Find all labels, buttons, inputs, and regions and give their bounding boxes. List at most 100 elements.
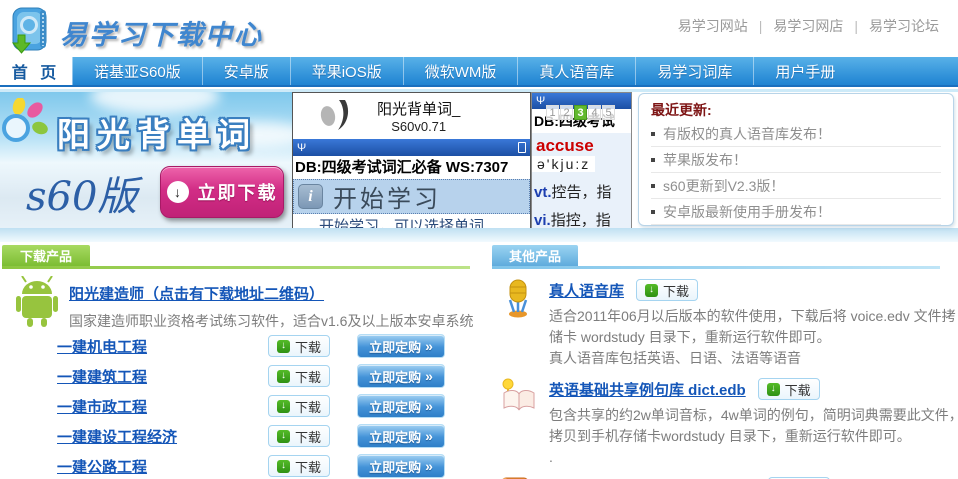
screenshot1-header: 阳光背单词_ S60v0.71 xyxy=(293,93,530,139)
app-logo-icon xyxy=(315,94,355,139)
banner-edition: s60版 xyxy=(26,164,137,222)
green-rule xyxy=(2,266,470,269)
page-5[interactable]: 5 xyxy=(602,105,615,120)
link-forum[interactable]: 易学习论坛 xyxy=(869,16,939,36)
featured-product-text: 阳光建造师（点击有下载地址二维码） 国家建造师职业资格考试练习软件，适合v1.6… xyxy=(69,276,473,333)
nav-tab-android[interactable]: 安卓版 xyxy=(202,57,290,85)
download-label: 下载 xyxy=(295,337,321,356)
update-text: s60更新到V2.3版！ xyxy=(663,176,784,196)
app-screenshot-1: 阳光背单词_ S60v0.71 Ψ DB:四级考试词汇必备 WS:7307 i … xyxy=(292,92,531,228)
chevron-right-icon: » xyxy=(425,458,433,474)
page-4[interactable]: 4 xyxy=(588,105,601,120)
order-button[interactable]: 立即定购 » xyxy=(357,334,445,358)
download-arrow-icon: ↓ xyxy=(277,340,290,353)
statusbar: Ψ xyxy=(293,139,530,156)
battery-icon xyxy=(518,142,526,153)
bullet-icon xyxy=(651,210,655,214)
download-button[interactable]: ↓ 下载 xyxy=(268,395,330,417)
product-link[interactable]: 一建机电工程 xyxy=(57,336,268,357)
page-2[interactable]: 2 xyxy=(560,105,573,120)
table-row: 一建建设工程经济 ↓ 下载 立即定购 » xyxy=(0,421,474,451)
download-label: 下载 xyxy=(295,367,321,386)
download-arrow-icon: ↓ xyxy=(277,370,290,383)
backpack-download-icon xyxy=(8,5,54,60)
download-button[interactable]: ↓ 下载 xyxy=(636,279,698,301)
recent-updates-title: 最近更新: xyxy=(651,100,941,121)
banner-title: 阳光背单词 xyxy=(57,108,257,156)
order-label: 立即定购 xyxy=(369,427,421,446)
app-title: 阳光背单词_ xyxy=(377,98,460,119)
update-item[interactable]: 苹果版发布！ xyxy=(651,147,941,173)
flower-logo-icon xyxy=(2,98,54,159)
table-row: 一建公路工程 ↓ 下载 立即定购 » xyxy=(0,451,474,479)
download-button[interactable]: ↓ 下载 xyxy=(268,365,330,387)
table-row: 一建建筑工程 ↓ 下载 立即定购 » xyxy=(0,361,474,391)
update-item[interactable]: 安卓版最新使用手册发布！ xyxy=(651,199,941,225)
word-meaning-1: vt.控告，指 xyxy=(534,181,631,202)
antenna-icon: Ψ xyxy=(297,142,306,154)
nav-tab-manual[interactable]: 用户手册 xyxy=(753,57,856,85)
table-row: 一建市政工程 ↓ 下载 立即定购 » xyxy=(0,391,474,421)
other-product-title[interactable]: 英语基础共享例句库 dict.edb xyxy=(549,379,746,400)
product-link[interactable]: 一建建设工程经济 xyxy=(57,426,268,447)
list-item: 英语基础共享例句库 dict.edb ↓ 下载 包含共享的约2w单词音标，4w单… xyxy=(500,375,958,468)
order-label: 立即定购 xyxy=(369,397,421,416)
product-link[interactable]: 一建公路工程 xyxy=(57,456,268,477)
order-label: 立即定购 xyxy=(369,337,421,356)
s60-banner[interactable]: 阳光背单词 s60版 ↓ 立即下载 xyxy=(0,92,292,228)
download-button[interactable]: ↓ 下载 xyxy=(268,425,330,447)
download-button[interactable]: ↓ 下载 xyxy=(268,335,330,357)
nav-tab-home[interactable]: 首 页 xyxy=(0,57,72,85)
featured-product-title[interactable]: 阳光建造师（点击有下载地址二维码） xyxy=(69,283,324,304)
chevron-right-icon: » xyxy=(425,338,433,354)
tab-other-products[interactable]: 其他产品 xyxy=(492,245,578,266)
page-1[interactable]: 1 xyxy=(546,105,559,120)
top-header: 易学习下载中心 易学习网站 | 易学习网店 | 易学习论坛 xyxy=(0,0,958,57)
download-label: 下载 xyxy=(785,380,811,399)
chevron-right-icon: » xyxy=(425,368,433,384)
table-row: 一建机电工程 ↓ 下载 立即定购 » xyxy=(0,331,474,361)
product-link[interactable]: 一建市政工程 xyxy=(57,396,268,417)
download-arrow-icon: ↓ xyxy=(277,460,290,473)
carousel-pagination: 1 2 3 4 5 xyxy=(546,105,615,120)
other-product-desc: 适合2011年06月以后版本的软件使用，下载后将 voice.edv 文件拷 储… xyxy=(549,306,956,369)
featured-product: 阳光建造师（点击有下载地址二维码） 国家建造师职业资格考试练习软件，适合v1.6… xyxy=(14,276,474,333)
menu-selected-label: 开始学习 xyxy=(333,179,441,214)
part-of-speech: vi. xyxy=(534,212,551,228)
download-button[interactable]: ↓ 下载 xyxy=(268,455,330,477)
link-website[interactable]: 易学习网站 xyxy=(678,16,748,36)
order-button[interactable]: 立即定购 » xyxy=(357,454,445,478)
nav-tab-wm[interactable]: 微软WM版 xyxy=(403,57,518,85)
update-item[interactable]: s60更新到V2.3版！ xyxy=(651,173,941,199)
carousel-bottom-strip xyxy=(0,228,958,242)
other-product-title[interactable]: 真人语音库 xyxy=(549,280,624,301)
nav-tab-dict[interactable]: 易学习词库 xyxy=(635,57,753,85)
download-label: 下载 xyxy=(295,457,321,476)
order-label: 立即定购 xyxy=(369,457,421,476)
list-item-body: 真人语音库 ↓ 下载 适合2011年06月以后版本的软件使用，下载后将 voic… xyxy=(549,276,956,369)
download-button[interactable]: ↓ 下载 xyxy=(758,378,820,400)
recent-updates-box: 最近更新: 有版权的真人语音库发布！ 苹果版发布！ s60更新到V2.3版！ 安… xyxy=(638,93,954,226)
nav-tab-nokia-s60[interactable]: 诺基亚S60版 xyxy=(72,57,202,85)
featured-product-desc: 国家建造师职业资格考试练习软件，适合v1.6及以上版本安卓系统 xyxy=(69,311,473,331)
banner-carousel: 阳光背单词 s60版 ↓ 立即下载 阳光背单词_ S60v0.71 xyxy=(0,92,638,228)
nav-tab-ios[interactable]: 苹果iOS版 xyxy=(290,57,403,85)
order-button[interactable]: 立即定购 » xyxy=(357,364,445,388)
other-products-list: 真人语音库 ↓ 下载 适合2011年06月以后版本的软件使用，下载后将 voic… xyxy=(500,276,958,479)
order-button[interactable]: 立即定购 » xyxy=(357,424,445,448)
site-logo[interactable]: 易学习下载中心 xyxy=(8,5,263,60)
download-label: 下载 xyxy=(295,397,321,416)
word-phonetic: ə'kju:z xyxy=(532,156,595,172)
tab-download-products[interactable]: 下载产品 xyxy=(2,245,90,266)
book-wrench-icon: W xyxy=(500,474,540,479)
link-store[interactable]: 易学习网店 xyxy=(773,16,843,36)
order-button[interactable]: 立即定购 » xyxy=(357,394,445,418)
banner-download-button[interactable]: ↓ 立即下载 xyxy=(160,166,284,218)
page-3-active[interactable]: 3 xyxy=(574,105,587,120)
android-icon xyxy=(14,276,60,333)
product-link[interactable]: 一建建筑工程 xyxy=(57,366,268,387)
screenshot1-titles: 阳光背单词_ S60v0.71 xyxy=(377,98,460,134)
nav-tab-voice[interactable]: 真人语音库 xyxy=(517,57,635,85)
update-item[interactable]: 有版权的真人语音库发布！ xyxy=(651,121,941,147)
download-arrow-icon: ↓ xyxy=(277,430,290,443)
